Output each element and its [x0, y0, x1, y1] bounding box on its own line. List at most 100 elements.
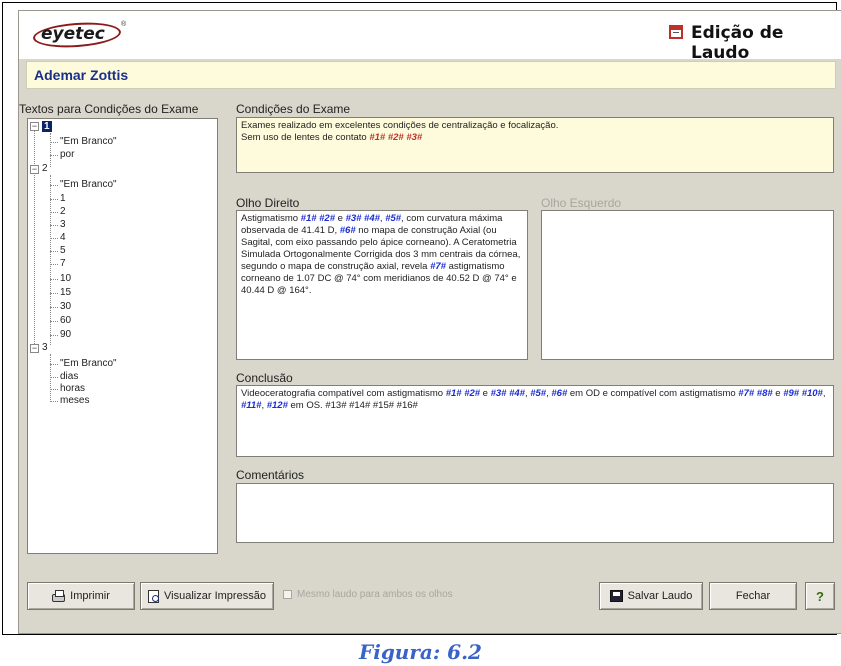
tree-branch [50, 401, 58, 402]
conc-var: #6# [551, 388, 568, 399]
tree-branch [50, 279, 58, 280]
tree-leaf[interactable]: 5 [60, 245, 66, 256]
conclusao-textarea[interactable]: Videoceratografia compatível com astigma… [236, 385, 834, 457]
tree-guide [34, 130, 35, 344]
tree-leaf[interactable]: 30 [60, 301, 71, 312]
tree-branch [50, 264, 58, 265]
tree-branch [50, 307, 58, 308]
tree-guide [50, 175, 51, 345]
conc-var: #9# #10# [783, 388, 823, 399]
comentarios-label: Comentários [236, 468, 305, 482]
tree-branch [50, 321, 58, 322]
od-var: #6# [339, 225, 356, 236]
conc-var: #7# #8# [738, 388, 773, 399]
od-var: #5# [385, 213, 402, 224]
tree-leaf[interactable]: "Em Branco" [60, 358, 117, 369]
imprimir-button[interactable]: Imprimir [27, 582, 135, 610]
comentarios-textarea[interactable] [236, 483, 834, 543]
tree-branch [50, 389, 58, 390]
od-var: #1# #2# [300, 213, 335, 224]
printer-icon [52, 589, 66, 602]
tree-leaf[interactable]: 3 [60, 219, 66, 230]
conc-var: #1# #2# [445, 388, 481, 399]
fechar-button[interactable]: Fechar [709, 582, 797, 610]
tree-branch [50, 251, 58, 252]
tree-leaf[interactable]: "Em Branco" [60, 179, 117, 190]
help-button[interactable]: ? [805, 582, 835, 610]
laudo-window: eyetec ® Edição de Laudo Ademar Zottis T… [18, 10, 841, 634]
tree-branch [50, 199, 58, 200]
od-var: #3# #4# [345, 213, 380, 224]
patient-name: Ademar Zottis [34, 67, 129, 83]
tree-leaf[interactable]: 15 [60, 287, 71, 298]
conc-text: e [772, 388, 784, 399]
conc-var: #3# #4# [490, 388, 525, 399]
fechar-label: Fechar [735, 590, 771, 602]
tree-leaf[interactable]: 1 [60, 193, 66, 204]
visualizar-label: Visualizar Impressão [164, 590, 266, 602]
tree-node-2[interactable]: 2 [42, 163, 48, 174]
od-text: Astigmatismo [241, 213, 301, 224]
logo-registered-mark: ® [121, 21, 127, 28]
tree-branch [50, 364, 58, 365]
tree-leaf[interactable]: 4 [60, 232, 66, 243]
condicoes-textarea[interactable]: Exames realizado em excelentes condições… [236, 117, 834, 173]
tree-leaf[interactable]: 90 [60, 329, 71, 340]
salvar-label: Salvar Laudo [627, 590, 693, 602]
olho-esquerdo-textarea[interactable] [541, 210, 834, 360]
tree-leaf[interactable]: 10 [60, 273, 71, 284]
eyetec-logo: eyetec ® [32, 19, 133, 51]
tree-leaf[interactable]: "Em Branco" [60, 136, 117, 147]
imprimir-label: Imprimir [70, 590, 110, 602]
tree-panel-label: Textos para Condições do Exame [19, 102, 199, 116]
tree-leaf[interactable]: 2 [60, 206, 66, 217]
od-text: e [335, 213, 346, 224]
condicoes-line2: Sem uso de lentes de contato #1# #2# #3# [241, 132, 829, 144]
conc-text: , [822, 388, 826, 399]
tree-leaf[interactable]: 60 [60, 315, 71, 326]
checkbox-box[interactable] [283, 590, 292, 599]
tree-node-1[interactable]: 1 [42, 121, 52, 132]
tree-leaf[interactable]: meses [60, 395, 89, 406]
conc-var: #5# [530, 388, 547, 399]
print-preview-icon [148, 589, 160, 603]
tree-leaf[interactable]: 7 [60, 258, 66, 269]
tree-branch [50, 142, 58, 143]
olho-esquerdo-label: Olho Esquerdo [541, 196, 622, 210]
olho-direito-label: Olho Direito [236, 196, 300, 210]
tree-guide [50, 133, 51, 167]
conc-text: Videoceratografia compatível com astigma… [241, 388, 446, 399]
conc-text: em OS. #13# #14# #15# #16# [287, 400, 418, 411]
olho-direito-textarea[interactable]: Astigmatismo #1# #2# e #3# #4#, #5#, com… [236, 210, 528, 360]
conc-var: #12# [266, 400, 288, 411]
mesmo-laudo-checkbox[interactable]: Mesmo laudo para ambos os olhos [283, 589, 453, 600]
logo-text: eyetec [41, 24, 105, 44]
salvar-laudo-button[interactable]: Salvar Laudo [599, 582, 703, 610]
conc-text: e [480, 388, 491, 399]
tree-branch [50, 238, 58, 239]
condicoes-vars: #1# #2# #3# [369, 132, 423, 143]
figure-caption: Figura: 6.2 [359, 640, 482, 664]
figure-frame: eyetec ® Edição de Laudo Ademar Zottis T… [2, 2, 841, 635]
texts-tree[interactable]: − 1 "Em Branco" por − 2 "Em Branco" 1 2 … [27, 118, 218, 554]
condicoes-label: Condições do Exame [236, 102, 351, 116]
visualizar-impressao-button[interactable]: Visualizar Impressão [140, 582, 274, 610]
help-icon: ? [816, 588, 824, 604]
save-disk-icon [609, 590, 623, 602]
collapse-icon[interactable]: − [30, 122, 39, 131]
tree-leaf[interactable]: dias [60, 371, 78, 382]
collapse-icon[interactable]: − [30, 344, 39, 353]
collapse-icon[interactable]: − [30, 165, 39, 174]
tree-node-3[interactable]: 3 [42, 342, 48, 353]
tree-leaf[interactable]: por [60, 149, 74, 160]
tree-leaf[interactable]: horas [60, 383, 85, 394]
conclusao-label: Conclusão [236, 371, 293, 385]
conc-var: #11# [241, 400, 262, 411]
mesmo-laudo-label: Mesmo laudo para ambos os olhos [297, 589, 453, 600]
tree-branch [50, 335, 58, 336]
tree-branch [50, 377, 58, 378]
window-header: eyetec ® Edição de Laudo [19, 11, 841, 63]
conc-text: em OD e compatível com astigmatismo [567, 388, 739, 399]
tree-branch [50, 293, 58, 294]
tree-branch [50, 155, 58, 156]
